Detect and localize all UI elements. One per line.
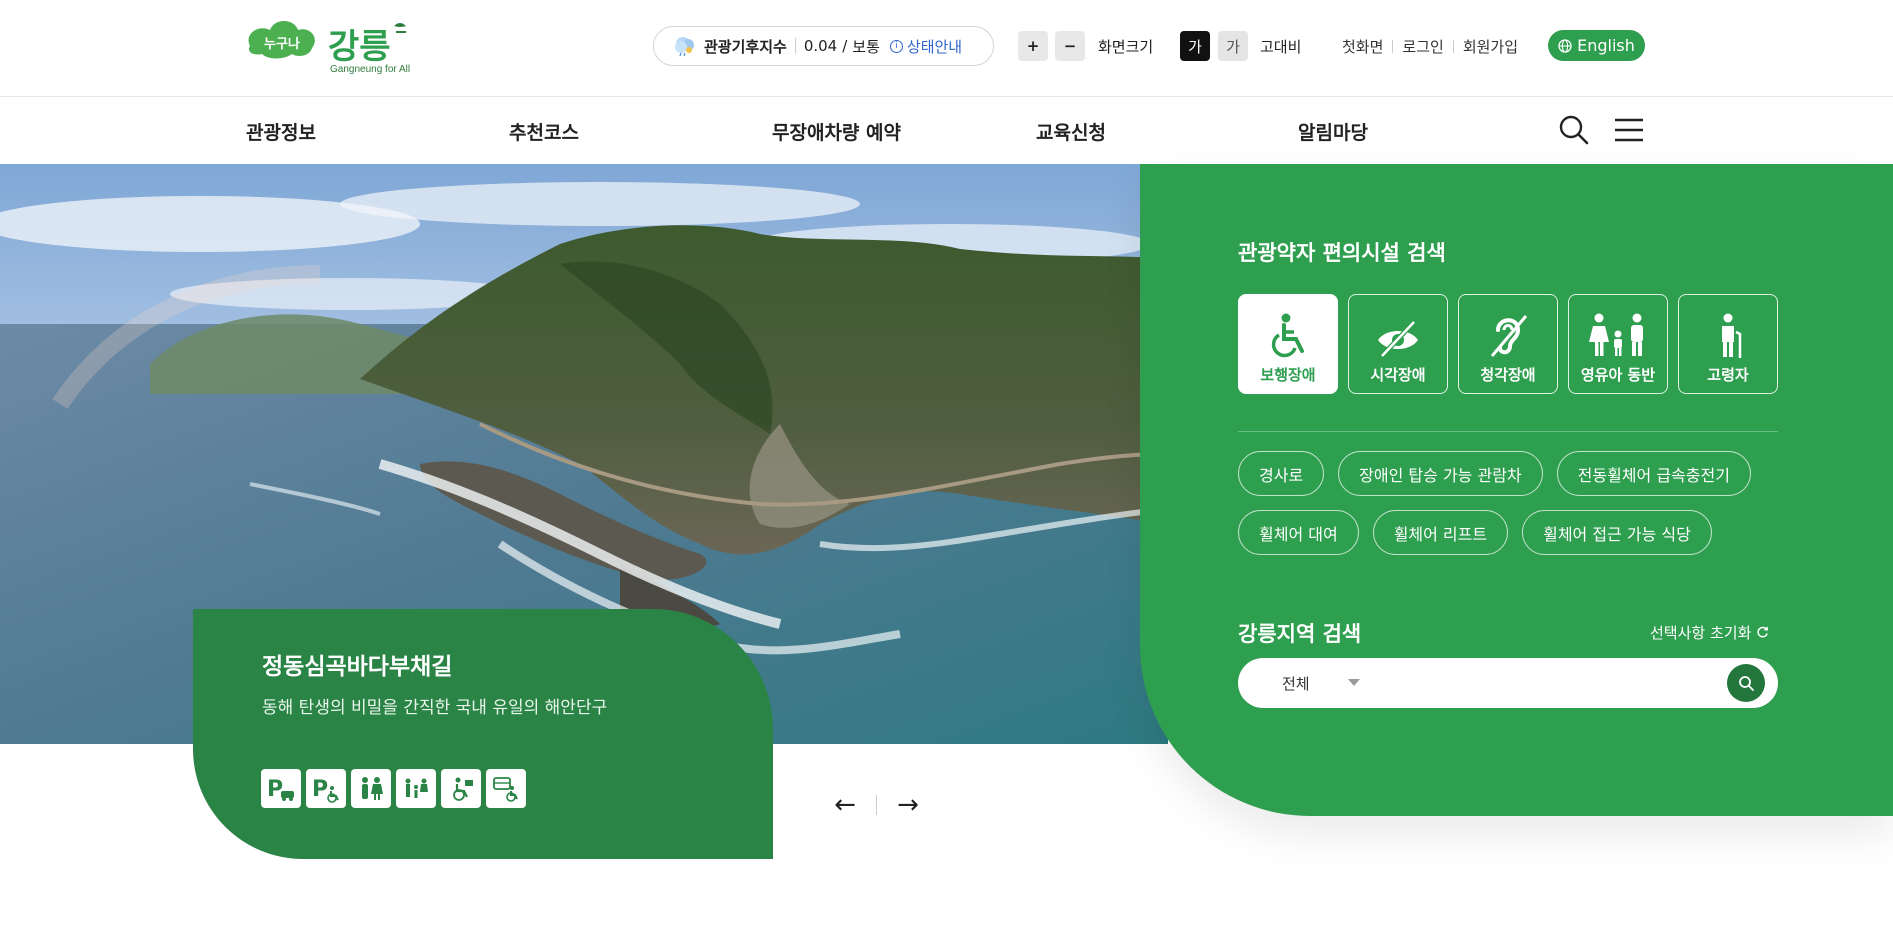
nav-recommended-course[interactable]: 추천코스 xyxy=(509,118,579,145)
home-link[interactable]: 첫화면 xyxy=(1342,36,1383,57)
region-search-input[interactable] xyxy=(1378,666,1708,700)
facility-search-title: 관광약자 편의시설 검색 xyxy=(1238,241,1446,265)
info-icon: i xyxy=(889,39,903,53)
caret-down-icon[interactable] xyxy=(1348,679,1360,686)
zoom-out-button[interactable]: − xyxy=(1055,31,1085,61)
chip-wheelchair-lift[interactable]: 휠체어 리프트 xyxy=(1372,510,1509,555)
climate-status: 보통 xyxy=(852,37,880,56)
contrast-label: 고대비 xyxy=(1260,38,1302,56)
region-search-bar: 전체 xyxy=(1238,658,1778,708)
region-select[interactable]: 전체 xyxy=(1282,673,1310,694)
chip-wheelchair-fast-charger[interactable]: 전동휠체어 급속충전기 xyxy=(1556,451,1751,496)
refresh-icon xyxy=(1757,626,1769,638)
visual-impairment-icon xyxy=(1378,320,1418,358)
nav-education-application[interactable]: 교육신청 xyxy=(1036,118,1106,145)
menu-icon[interactable] xyxy=(1613,114,1645,146)
wheelchair-icon xyxy=(1271,313,1304,358)
category-hearing[interactable]: 청각장애 xyxy=(1458,294,1558,394)
category-elderly[interactable]: 고령자 xyxy=(1678,294,1778,394)
chip-accessible-restaurant[interactable]: 휠체어 접근 가능 식당 xyxy=(1522,510,1712,555)
weather-cloud-icon xyxy=(675,37,694,57)
climate-label: 관광기후지수 xyxy=(704,37,787,56)
utility-links: 첫화면 로그인 회원가입 xyxy=(1342,36,1518,57)
main-nav: 관광정보 추천코스 무장애차량 예약 교육신청 알림마당 xyxy=(0,98,1893,164)
category-label: 청각장애 xyxy=(1480,366,1536,384)
high-contrast-dark-button[interactable]: 가 xyxy=(1180,31,1210,61)
nav-accessible-vehicle-booking[interactable]: 무장애차량 예약 xyxy=(772,118,901,145)
language-button[interactable]: English xyxy=(1548,30,1645,61)
high-contrast-light-button[interactable]: 가 xyxy=(1218,31,1248,61)
chip-wheelchair-rental[interactable]: 휠체어 대여 xyxy=(1238,510,1359,555)
slider-prev-button[interactable]: ← xyxy=(830,790,860,820)
facility-chip-list: 경사로 장애인 탑승 가능 관람차 전동휠체어 급속충전기 휠체어 대여 휠체어… xyxy=(1238,451,1798,555)
language-label: English xyxy=(1577,36,1635,55)
logo-subtitle: Gangneung for All xyxy=(330,64,411,75)
svg-text:P: P xyxy=(312,777,328,802)
util-divider xyxy=(1392,40,1394,53)
climate-slash: / xyxy=(842,37,848,55)
svg-text:P: P xyxy=(267,777,283,802)
accessible-parking-icon: P xyxy=(306,769,346,808)
restroom-icon xyxy=(351,769,391,808)
climate-divider xyxy=(794,38,796,54)
chip-accessible-ferris-wheel[interactable]: 장애인 탑승 가능 관람차 xyxy=(1338,451,1543,496)
hero-title[interactable]: 정동심곡바다부채길 xyxy=(262,647,452,681)
elderly-icon xyxy=(1722,313,1742,358)
family-restroom-icon xyxy=(396,769,436,808)
zoom-label: 화면크기 xyxy=(1098,38,1154,56)
signup-link[interactable]: 회원가입 xyxy=(1463,36,1518,57)
category-label: 고령자 xyxy=(1707,366,1749,384)
climate-value: 0.04 xyxy=(803,37,838,55)
category-label: 보행장애 xyxy=(1260,366,1316,384)
category-mobility[interactable]: 보행장애 xyxy=(1238,294,1338,394)
category-visual[interactable]: 시각장애 xyxy=(1348,294,1448,394)
disability-category-list: 보행장애 시각장애 청각장애 영유아 동반 고령자 xyxy=(1238,294,1778,394)
zoom-in-button[interactable]: + xyxy=(1018,31,1048,61)
search-icon xyxy=(1739,676,1754,691)
category-label: 영유아 동반 xyxy=(1580,366,1656,384)
climate-info-link[interactable]: i 상태안내 xyxy=(889,36,963,57)
reset-label: 선택사항 초기화 xyxy=(1650,624,1752,642)
login-link[interactable]: 로그인 xyxy=(1402,36,1443,57)
region-search-button[interactable] xyxy=(1727,664,1765,702)
nav-tourism-info[interactable]: 관광정보 xyxy=(246,118,316,145)
slider-divider xyxy=(876,795,877,815)
top-header: 누구나 강릉 Gangneung for All 관광기후지수 0.04 / 보… xyxy=(0,0,1893,97)
facility-icons: P P xyxy=(261,769,526,808)
util-divider xyxy=(1452,40,1454,53)
climate-index-widget: 관광기후지수 0.04 / 보통 i 상태안내 xyxy=(653,26,994,66)
nav-notice[interactable]: 알림마당 xyxy=(1298,118,1368,145)
accessible-bus-icon xyxy=(486,769,526,808)
wheelchair-service-icon xyxy=(441,769,481,808)
slider-next-button[interactable]: → xyxy=(893,790,923,820)
slider-controls: ← → xyxy=(830,790,923,820)
climate-info-label: 상태안내 xyxy=(906,37,963,56)
parking-car-icon: P xyxy=(261,769,301,808)
search-icon[interactable] xyxy=(1558,114,1590,146)
svg-text:강릉: 강릉 xyxy=(328,27,391,67)
hero-description: 동해 탄생의 비밀을 간직한 국내 유일의 해안단구 xyxy=(262,698,608,718)
chip-ramp[interactable]: 경사로 xyxy=(1238,451,1325,496)
category-infant[interactable]: 영유아 동반 xyxy=(1568,294,1668,394)
panel-divider xyxy=(1238,431,1778,432)
category-label: 시각장애 xyxy=(1370,366,1426,384)
svg-text:누구나: 누구나 xyxy=(264,36,300,52)
region-search-title: 강릉지역 검색 xyxy=(1238,622,1362,646)
family-icon xyxy=(1589,313,1643,356)
reset-selection-button[interactable]: 선택사항 초기화 xyxy=(1650,622,1769,643)
hearing-impairment-icon xyxy=(1490,315,1528,357)
globe-icon xyxy=(1558,38,1572,53)
